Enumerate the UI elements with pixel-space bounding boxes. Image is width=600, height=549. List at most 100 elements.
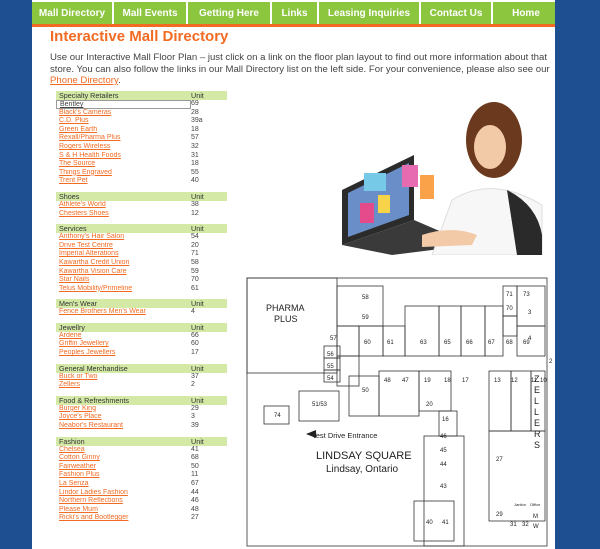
- unit-number[interactable]: 10: [540, 378, 547, 384]
- store-link[interactable]: Peoples Jewellers: [56, 349, 191, 358]
- unit-number[interactable]: 41: [442, 520, 449, 526]
- store-link[interactable]: Ardene: [56, 332, 191, 341]
- unit-number[interactable]: 56: [327, 352, 334, 358]
- unit-number[interactable]: 73: [523, 292, 530, 298]
- store-row: Green Earth 18: [56, 126, 227, 135]
- unit-number[interactable]: 11: [531, 378, 538, 384]
- section-header: General Merchandise Unit: [56, 363, 227, 373]
- unit-number[interactable]: 60: [364, 340, 371, 346]
- store-link[interactable]: Kawartha Credit Union: [56, 259, 191, 268]
- unit-number[interactable]: 54: [327, 376, 334, 382]
- floor-plan[interactable]: PHARMA PLUS ZELLERS Test Drive Entrance …: [244, 266, 555, 549]
- store-link[interactable]: Star Nails: [56, 276, 191, 285]
- unit-number[interactable]: 18: [444, 378, 451, 384]
- store-link[interactable]: Fashion Plus: [56, 471, 191, 480]
- store-link[interactable]: Lindor Ladies Fashion: [56, 489, 191, 498]
- unit-number[interactable]: 66: [466, 340, 473, 346]
- unit-number[interactable]: 43: [440, 484, 447, 490]
- section-header: Fashion Unit: [56, 436, 227, 446]
- unit-number[interactable]: 67: [488, 340, 495, 346]
- store-link[interactable]: Burger King: [56, 405, 191, 414]
- unit-number[interactable]: 71: [506, 292, 513, 298]
- store-link[interactable]: Please Mum: [56, 506, 191, 515]
- unit-number[interactable]: 31: [510, 522, 517, 528]
- store-link[interactable]: S & H Health Foods: [56, 152, 191, 161]
- section-header: Specialty Retailers Unit: [56, 91, 227, 100]
- store-link[interactable]: Chelsea: [56, 446, 191, 455]
- unit-number[interactable]: 2: [549, 359, 553, 365]
- store-link[interactable]: Anthony's Hair Salon: [56, 233, 191, 242]
- store-link[interactable]: Cotton Ginny: [56, 454, 191, 463]
- nav-leasing-inquiries[interactable]: Leasing Inquiries: [319, 0, 419, 24]
- unit-number[interactable]: 45: [440, 448, 447, 454]
- store-link[interactable]: La Senza: [56, 480, 191, 489]
- store-unit: 28: [191, 108, 199, 116]
- unit-number[interactable]: 70: [506, 306, 513, 312]
- womens-room-label: W: [533, 524, 539, 530]
- unit-number[interactable]: 57: [330, 336, 337, 342]
- store-link[interactable]: Trent Pet: [56, 177, 191, 186]
- unit-number[interactable]: 20: [426, 402, 433, 408]
- store-unit: 39: [191, 422, 199, 430]
- unit-number[interactable]: 55: [327, 364, 334, 370]
- unit-number[interactable]: 58: [362, 295, 369, 301]
- unit-number[interactable]: 47: [402, 378, 409, 384]
- unit-number[interactable]: 50: [362, 388, 369, 394]
- unit-number[interactable]: 65: [444, 340, 451, 346]
- nav-mall-directory[interactable]: Mall Directory: [32, 0, 112, 24]
- store-link[interactable]: C.D. Plus: [56, 117, 191, 126]
- unit-number[interactable]: 13: [494, 378, 501, 384]
- store-link[interactable]: Ricki's and Bootlegger: [56, 514, 191, 523]
- store-link[interactable]: Bentley: [56, 100, 191, 109]
- unit-number[interactable]: 44: [440, 462, 447, 468]
- unit-number[interactable]: 61: [387, 340, 394, 346]
- unit-number[interactable]: 74: [274, 413, 281, 419]
- nav-links[interactable]: Links: [272, 0, 317, 24]
- unit-number[interactable]: 27: [496, 457, 503, 463]
- unit-number[interactable]: 3: [528, 310, 532, 316]
- store-unit: 57: [191, 134, 199, 142]
- unit-number[interactable]: 51/53: [312, 402, 328, 408]
- store-link[interactable]: Buck or Two: [56, 373, 191, 382]
- nav-contact-us[interactable]: Contact Us: [421, 0, 491, 24]
- store-unit: 69: [191, 100, 199, 107]
- store-link[interactable]: Kawartha Vision Care: [56, 268, 191, 277]
- unit-number[interactable]: 19: [424, 378, 431, 384]
- unit-number[interactable]: 46: [440, 434, 447, 440]
- unit-number[interactable]: 29: [496, 512, 503, 518]
- store-link[interactable]: Chesters Shoes: [56, 210, 191, 219]
- store-link[interactable]: The Source: [56, 160, 191, 169]
- store-link[interactable]: Fairweather: [56, 463, 191, 472]
- unit-number[interactable]: 16: [442, 417, 449, 423]
- unit-number[interactable]: 17: [462, 378, 469, 384]
- phone-directory-link[interactable]: Phone Directory: [50, 75, 118, 86]
- store-link[interactable]: Rogers Wireless: [56, 143, 191, 152]
- unit-number[interactable]: 12: [511, 378, 518, 384]
- nav-getting-here[interactable]: Getting Here: [188, 0, 270, 24]
- store-link[interactable]: Rexall/Pharma Plus: [56, 134, 191, 143]
- store-link[interactable]: Imperial Alterations: [56, 250, 191, 259]
- store-link[interactable]: Zellers: [56, 381, 191, 390]
- store-unit: 55: [191, 168, 199, 176]
- nav-mall-events[interactable]: Mall Events: [114, 0, 186, 24]
- store-link[interactable]: Black's Cameras: [56, 109, 191, 118]
- unit-number[interactable]: 32: [522, 522, 529, 528]
- store-link[interactable]: Athlete's World: [56, 201, 191, 210]
- unit-number[interactable]: 48: [384, 378, 391, 384]
- store-link[interactable]: Things Engraved: [56, 169, 191, 178]
- store-link[interactable]: Green Earth: [56, 126, 191, 135]
- store-unit: 37: [191, 372, 199, 380]
- nav-home[interactable]: Home: [493, 0, 555, 24]
- unit-number[interactable]: 40: [426, 520, 433, 526]
- unit-number[interactable]: 68: [506, 340, 513, 346]
- store-link[interactable]: Fence Brothers Men's Wear: [56, 308, 191, 317]
- unit-number[interactable]: 59: [362, 315, 369, 321]
- unit-number[interactable]: 4: [528, 336, 532, 342]
- store-link[interactable]: Neabor's Restaurant: [56, 422, 191, 431]
- store-link[interactable]: Joyce's Place: [56, 413, 191, 422]
- store-link[interactable]: Griffin Jewellery: [56, 340, 191, 349]
- store-link[interactable]: Telus Mobility/Primeline: [56, 285, 191, 294]
- unit-number[interactable]: 63: [420, 340, 427, 346]
- store-link[interactable]: Northern Reflections: [56, 497, 191, 506]
- store-link[interactable]: Drive Test Centre: [56, 242, 191, 251]
